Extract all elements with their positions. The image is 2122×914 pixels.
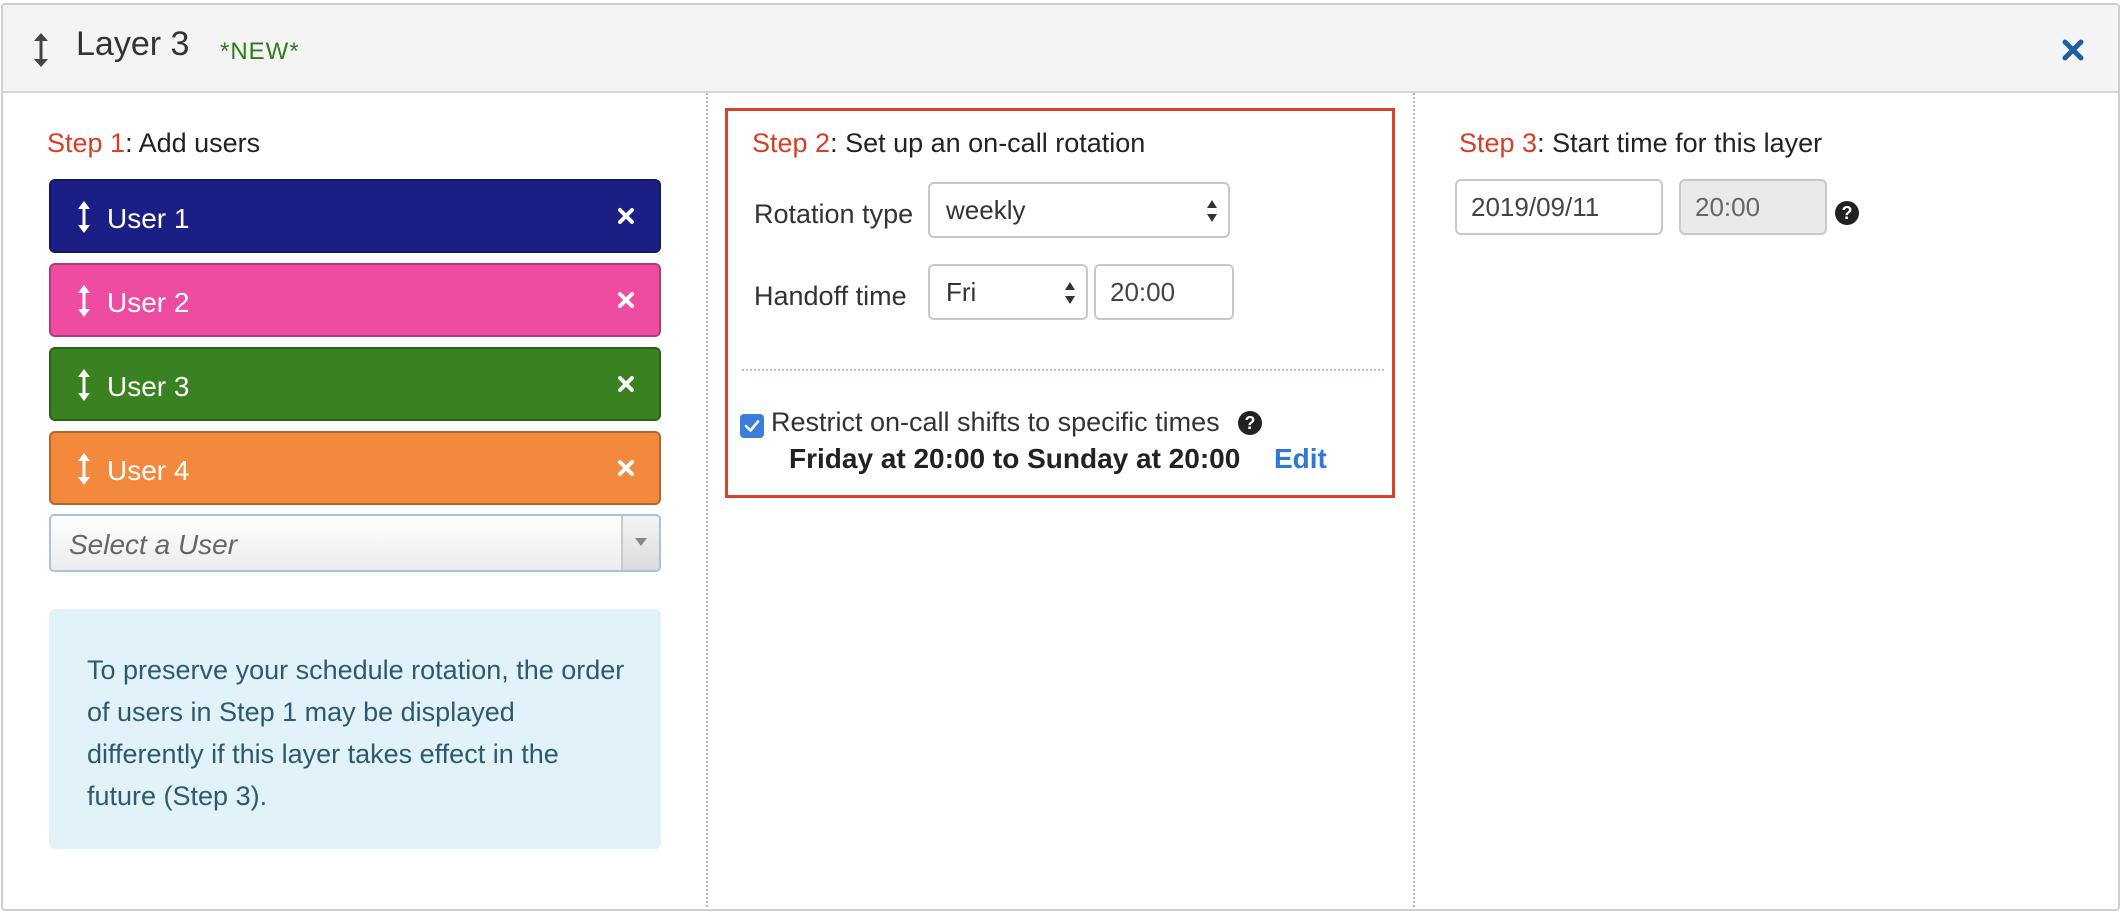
column-divider <box>706 93 708 909</box>
dropdown-arrow-button[interactable] <box>621 516 659 570</box>
info-notice: To preserve your schedule rotation, the … <box>49 609 661 849</box>
shift-summary: Friday at 20:00 to Sunday at 20:00 <box>789 443 1241 474</box>
rotation-type-select[interactable]: weekly <box>928 182 1230 238</box>
user-name: User 4 <box>107 455 190 486</box>
info-text: To preserve your schedule rotation, the … <box>87 655 625 811</box>
layer-panel: Layer 3 *NEW* Step 1: Add users User 1 U… <box>1 3 2120 911</box>
step3-title: Step 3: Start time for this layer <box>1459 128 1822 159</box>
step2-title: Step 2: Set up an on-call rotation <box>752 128 1145 159</box>
handoff-day-select[interactable]: Fri <box>928 264 1088 320</box>
step1-text: : Add users <box>125 128 261 158</box>
user-item-3[interactable]: User 3 <box>49 347 661 421</box>
step2-text: : Set up an on-call rotation <box>830 128 1146 158</box>
step3-number: Step 3 <box>1459 128 1538 158</box>
restrict-shifts-checkbox[interactable] <box>740 414 764 438</box>
select-user-placeholder: Select a User <box>69 529 238 560</box>
rotation-type-value: weekly <box>946 195 1026 225</box>
rotation-type-label: Rotation type <box>754 199 914 229</box>
start-time-input: 20:00 <box>1679 179 1827 235</box>
remove-user-icon[interactable] <box>615 373 637 395</box>
select-updown-icon <box>1065 282 1075 304</box>
drag-handle-icon[interactable] <box>77 201 91 233</box>
help-icon[interactable]: ? <box>1835 201 1859 225</box>
section-divider <box>742 369 1384 371</box>
drag-handle-icon[interactable] <box>77 453 91 485</box>
handoff-time-input[interactable]: 20:00 <box>1094 264 1234 320</box>
step1-title: Step 1: Add users <box>47 128 260 159</box>
step2-number: Step 2 <box>752 128 831 158</box>
close-icon[interactable] <box>2054 31 2092 69</box>
layer-header: Layer 3 *NEW* <box>3 5 2118 93</box>
step2-highlight-box: Step 2: Set up an on-call rotation Rotat… <box>725 108 1395 498</box>
user-name: User 1 <box>107 203 190 234</box>
column-divider <box>1413 93 1415 909</box>
remove-user-icon[interactable] <box>615 457 637 479</box>
user-name: User 3 <box>107 371 190 402</box>
handoff-time-label: Handoff time <box>754 281 907 311</box>
user-item-4[interactable]: User 4 <box>49 431 661 505</box>
step1-number: Step 1 <box>47 128 126 158</box>
drag-handle-icon[interactable] <box>31 33 51 67</box>
drag-handle-icon[interactable] <box>77 369 91 401</box>
edit-restriction-link[interactable]: Edit <box>1274 443 1327 475</box>
handoff-day-value: Fri <box>946 277 977 307</box>
remove-user-icon[interactable] <box>615 289 637 311</box>
user-item-2[interactable]: User 2 <box>49 263 661 337</box>
start-date-input[interactable]: 2019/09/11 <box>1455 179 1663 235</box>
user-item-1[interactable]: User 1 <box>49 179 661 253</box>
step3-text: : Start time for this layer <box>1537 128 1823 158</box>
select-updown-icon <box>1207 200 1217 222</box>
help-icon[interactable]: ? <box>1238 411 1262 435</box>
select-user-dropdown[interactable]: Select a User <box>49 514 661 572</box>
drag-handle-icon[interactable] <box>77 285 91 317</box>
new-badge: *NEW* <box>220 38 300 65</box>
remove-user-icon[interactable] <box>615 205 637 227</box>
layer-title: Layer 3 <box>76 25 190 63</box>
user-name: User 2 <box>107 287 190 318</box>
restrict-shifts-label: Restrict on-call shifts to specific time… <box>771 407 1220 437</box>
